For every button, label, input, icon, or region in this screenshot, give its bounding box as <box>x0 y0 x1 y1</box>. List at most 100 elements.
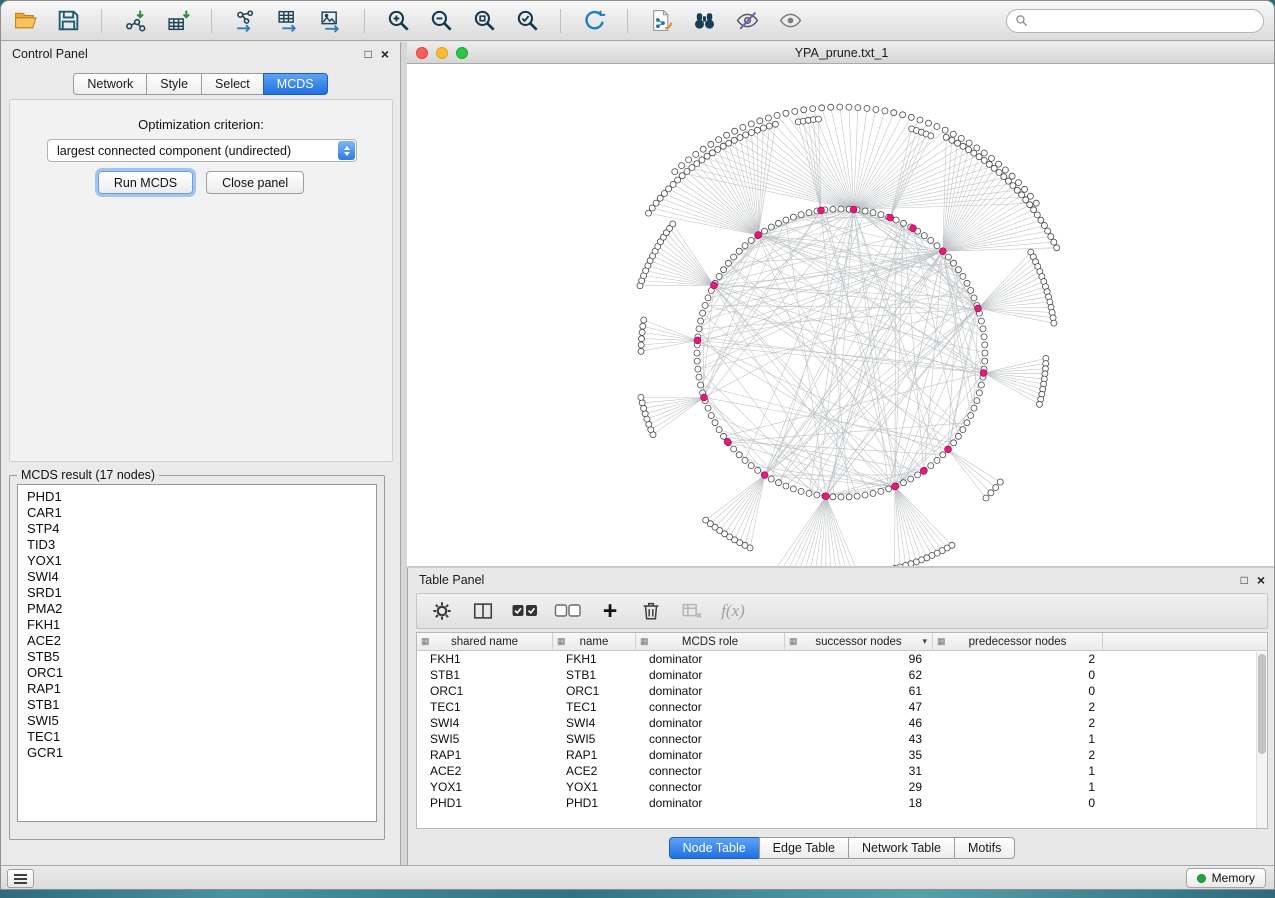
column-header-successor-nodes[interactable]: ▦successor nodes▾ <box>785 633 933 650</box>
table-cell: connector <box>636 780 785 794</box>
column-header-predecessor-nodes[interactable]: ▦predecessor nodes <box>933 633 1103 650</box>
table-cell: SWI5 <box>553 732 636 746</box>
show-elements-icon[interactable] <box>776 7 804 35</box>
tab-motifs[interactable]: Motifs <box>954 837 1015 859</box>
deselect-all-icon[interactable] <box>554 598 582 624</box>
tab-network[interactable]: Network <box>73 73 147 95</box>
delete-table-icon[interactable] <box>679 598 705 624</box>
table-row[interactable]: SWI5SWI5connector431 <box>417 731 1267 747</box>
mcds-result-item[interactable]: ORC1 <box>27 665 376 681</box>
tab-edge-table[interactable]: Edge Table <box>759 837 849 859</box>
mcds-result-item[interactable]: GCR1 <box>27 745 376 761</box>
control-panel-tabs: NetworkStyleSelectMCDS <box>1 73 400 95</box>
network-canvas[interactable] <box>407 64 1275 566</box>
float-panel-icon[interactable]: □ <box>365 48 372 60</box>
tab-node-table[interactable]: Node Table <box>669 837 760 859</box>
memory-button[interactable]: Memory <box>1186 868 1266 888</box>
zoom-selected-icon[interactable] <box>513 7 541 35</box>
mcds-result-item[interactable]: YOX1 <box>27 553 376 569</box>
mcds-result-item[interactable]: FKH1 <box>27 617 376 633</box>
node-table: ▦shared name▦name▦MCDS role▦successor no… <box>416 632 1268 829</box>
minimize-traffic-light[interactable] <box>436 47 448 59</box>
mcds-result-item[interactable]: SRD1 <box>27 585 376 601</box>
split-columns-icon[interactable] <box>470 598 496 624</box>
table-cell: connector <box>636 700 785 714</box>
status-menu-button[interactable] <box>7 869 34 888</box>
add-column-icon[interactable]: + <box>597 598 623 624</box>
table-row[interactable]: PHD1PHD1dominator180 <box>417 795 1267 811</box>
table-row[interactable]: RAP1RAP1dominator352 <box>417 747 1267 763</box>
table-cell: ORC1 <box>553 684 636 698</box>
close-panel-icon[interactable]: × <box>381 47 389 61</box>
import-table-icon[interactable] <box>164 7 192 35</box>
table-scrollbar[interactable] <box>1256 652 1267 828</box>
open-file-icon[interactable] <box>11 7 39 35</box>
mcds-result-item[interactable]: SWI4 <box>27 569 376 585</box>
tab-mcds[interactable]: MCDS <box>263 73 328 95</box>
function-builder-icon[interactable]: f(x) <box>720 598 746 624</box>
table-cell: 29 <box>785 780 933 794</box>
mcds-result-item[interactable]: CAR1 <box>27 505 376 521</box>
criterion-dropdown[interactable]: largest connected component (undirected) <box>47 139 357 162</box>
export-image-icon[interactable] <box>317 7 345 35</box>
column-header-MCDS-role[interactable]: ▦MCDS role <box>636 633 785 650</box>
mcds-result-item[interactable]: ACE2 <box>27 633 376 649</box>
table-row[interactable]: STB1STB1dominator620 <box>417 667 1267 683</box>
mcds-result-item[interactable]: STB1 <box>27 697 376 713</box>
table-row[interactable]: SWI4SWI4dominator462 <box>417 715 1267 731</box>
delete-column-icon[interactable] <box>638 598 664 624</box>
scrollbar-thumb[interactable] <box>1258 654 1266 754</box>
mcds-result-item[interactable]: TEC1 <box>27 729 376 745</box>
share-document-icon[interactable] <box>647 7 675 35</box>
table-row[interactable]: ORC1ORC1dominator610 <box>417 683 1267 699</box>
table-cell: ACE2 <box>417 764 553 778</box>
close-panel-button[interactable]: Close panel <box>206 171 304 194</box>
export-table-icon[interactable] <box>274 7 302 35</box>
mcds-result-item[interactable]: SWI5 <box>27 713 376 729</box>
close-traffic-light[interactable] <box>416 47 428 59</box>
hide-elements-icon[interactable] <box>733 7 761 35</box>
mcds-result-item[interactable]: RAP1 <box>27 681 376 697</box>
mcds-result-list[interactable]: PHD1CAR1STP4TID3YOX1SWI4SRD1PMA2FKH1ACE2… <box>17 484 377 822</box>
table-row[interactable]: TEC1TEC1connector472 <box>417 699 1267 715</box>
tab-style[interactable]: Style <box>146 73 202 95</box>
zoom-in-icon[interactable] <box>384 7 412 35</box>
search-network-icon[interactable] <box>690 7 718 35</box>
import-network-icon[interactable] <box>121 7 149 35</box>
mcds-result-title: MCDS result (17 nodes) <box>17 468 159 482</box>
mcds-result-item[interactable]: STB5 <box>27 649 376 665</box>
mcds-result-item[interactable]: PMA2 <box>27 601 376 617</box>
mcds-result-item[interactable]: TID3 <box>27 537 376 553</box>
table-cell: 43 <box>785 732 933 746</box>
run-mcds-button[interactable]: Run MCDS <box>98 171 193 194</box>
zoom-traffic-light[interactable] <box>456 47 468 59</box>
mcds-result-item[interactable]: PHD1 <box>27 489 376 505</box>
mcds-result-group: MCDS result (17 nodes) PHD1CAR1STP4TID3Y… <box>9 468 385 840</box>
search-input[interactable] <box>1033 14 1255 28</box>
table-row[interactable]: ACE2ACE2connector311 <box>417 763 1267 779</box>
table-row[interactable]: FKH1FKH1dominator962 <box>417 651 1267 667</box>
table-mode-gear-icon[interactable] <box>429 598 455 624</box>
table-row[interactable]: YOX1YOX1connector291 <box>417 779 1267 795</box>
tab-select[interactable]: Select <box>201 73 264 95</box>
sort-dropdown-icon[interactable]: ▾ <box>922 636 927 647</box>
save-session-icon[interactable] <box>54 7 82 35</box>
zoom-out-icon[interactable] <box>427 7 455 35</box>
table-cell: 61 <box>785 684 933 698</box>
column-header-shared-name[interactable]: ▦shared name <box>417 633 553 650</box>
control-panel-title: Control Panel <box>12 47 88 61</box>
table-body: FKH1FKH1dominator962STB1STB1dominator620… <box>417 651 1267 811</box>
select-all-icon[interactable] <box>511 598 539 624</box>
mcds-result-item[interactable]: STP4 <box>27 521 376 537</box>
close-table-icon[interactable]: × <box>1257 573 1265 587</box>
refresh-layout-icon[interactable] <box>580 7 608 35</box>
column-header-name[interactable]: ▦name <box>553 633 636 650</box>
control-panel: Control Panel □ × NetworkStyleSelectMCDS… <box>1 42 401 865</box>
column-type-icon: ▦ <box>557 636 566 647</box>
zoom-fit-icon[interactable] <box>470 7 498 35</box>
tab-network-table[interactable]: Network Table <box>848 837 955 859</box>
float-table-icon[interactable]: □ <box>1241 574 1248 586</box>
table-panel-header: Table Panel □ × <box>408 568 1275 592</box>
export-network-icon[interactable] <box>231 7 259 35</box>
network-graph-svg[interactable] <box>407 64 1275 566</box>
